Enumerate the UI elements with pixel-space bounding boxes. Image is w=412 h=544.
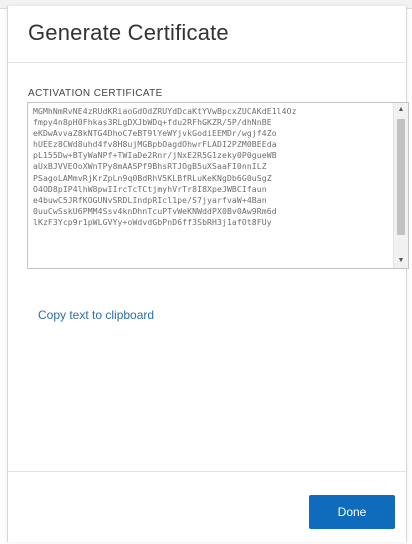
title-divider — [8, 62, 406, 63]
activation-certificate-label: ACTIVATION CERTIFICATE — [28, 88, 163, 99]
certificate-text: MGMhNmRvNE4zRUdKRiaoGdOdZRUYdDcaKtYVwBpc… — [33, 106, 297, 227]
generate-certificate-dialog: Generate Certificate ACTIVATION CERTIFIC… — [7, 6, 409, 542]
done-button[interactable]: Done — [309, 495, 395, 529]
scroll-up-arrow-icon[interactable]: ▲ — [394, 103, 408, 117]
certificate-textarea[interactable]: MGMhNmRvNE4zRUdKRiaoGdOdZRUYdDcaKtYVwBpc… — [27, 102, 409, 269]
certificate-scrollbar[interactable]: ▲ ▼ — [393, 103, 408, 268]
copy-to-clipboard-link[interactable]: Copy text to clipboard — [38, 308, 154, 322]
dialog-footer: Done — [8, 472, 406, 542]
scroll-down-arrow-icon[interactable]: ▼ — [394, 254, 408, 268]
dialog-title: Generate Certificate — [28, 20, 229, 45]
scrollbar-thumb[interactable] — [397, 119, 405, 235]
